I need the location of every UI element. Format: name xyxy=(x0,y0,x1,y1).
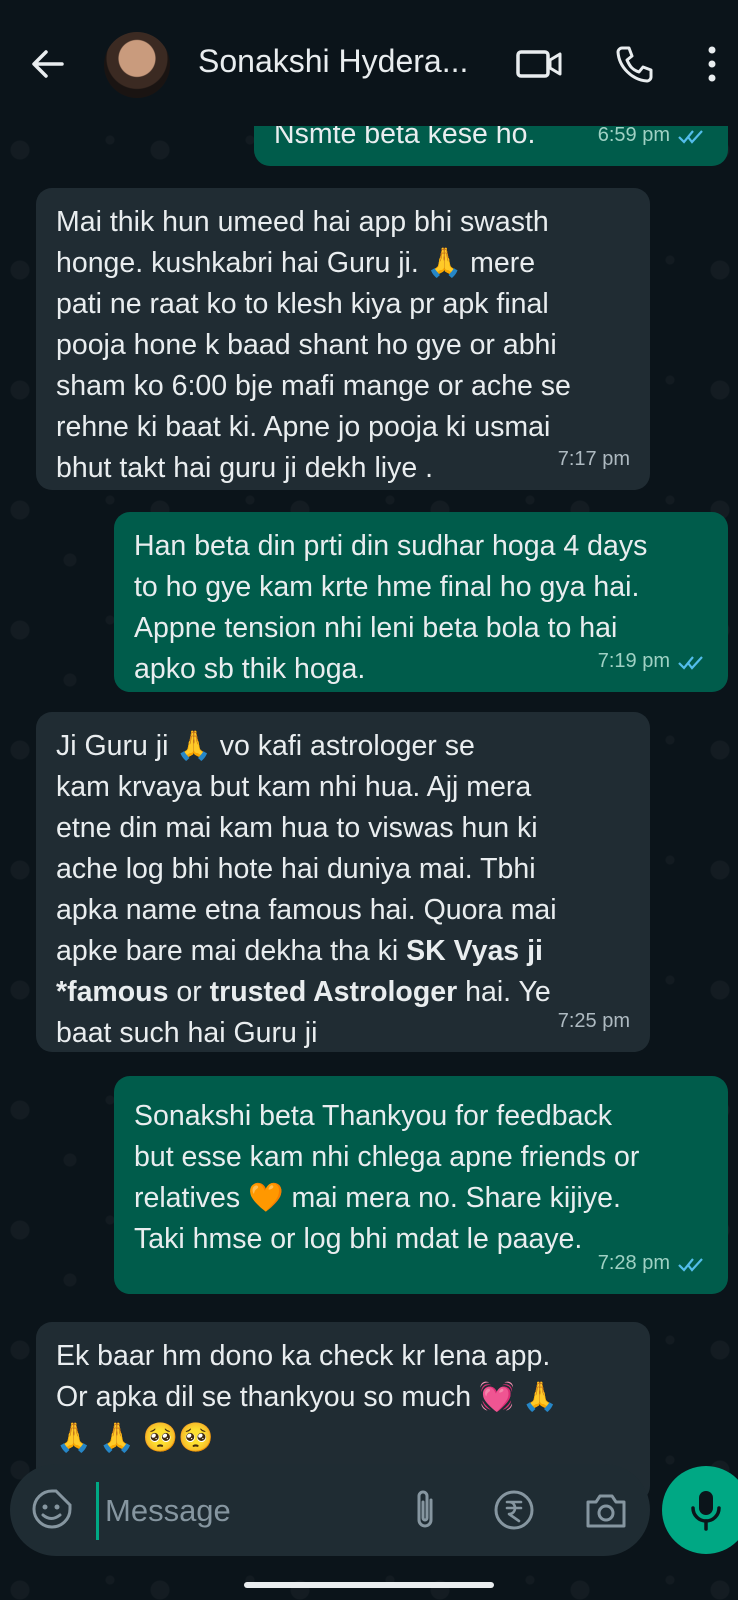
message-time: 7:25 pm xyxy=(557,1010,630,1032)
chat-header: Sonakshi Hydera... xyxy=(0,0,738,126)
message-line: rehne ki baat ki. Apne jo pooja ki usmai xyxy=(56,411,551,443)
message-line: Ek baar hm dono ka check kr lena app. xyxy=(56,1340,551,1372)
message-meta: 7:19 pm xyxy=(598,641,708,682)
message-line: baat such hai Guru ji xyxy=(56,1017,318,1049)
message-line: Sonakshi beta Thankyou for feedback xyxy=(134,1100,612,1132)
bold-name: SK Vyas ji xyxy=(406,935,543,967)
message-time: 7:19 pm xyxy=(597,650,670,672)
line-text: hai. Ye xyxy=(457,976,551,1008)
incoming-message[interactable]: Ji Guru ji 🙏 vo kafi astrologer se kam k… xyxy=(36,712,650,1052)
outgoing-message[interactable]: Sonakshi beta Thankyou for feedback but … xyxy=(114,1076,728,1294)
line-text: apke bare mai dekha tha ki xyxy=(56,935,407,967)
message-line: pooja hone k baad shant ho gye or abhi xyxy=(56,329,557,361)
message-line: Mai thik hun umeed hai app bhi swasth xyxy=(56,206,549,238)
message-line: pati ne raat ko to klesh kiya pr apk fin… xyxy=(56,288,549,320)
rupee-payment-icon[interactable] xyxy=(492,1488,536,1532)
message-meta: 7:25 pm xyxy=(558,1001,630,1042)
message-input[interactable] xyxy=(96,1482,367,1540)
message-line: *famous or trusted Astrologer hai. Ye xyxy=(56,972,630,1013)
message-line: relatives 🧡 mai mera no. Share kijiye. xyxy=(134,1182,621,1214)
read-ticks-icon xyxy=(678,655,703,670)
read-ticks-icon xyxy=(678,129,703,144)
read-ticks-icon xyxy=(678,1257,703,1272)
video-call-icon[interactable] xyxy=(515,44,563,84)
message-composer xyxy=(10,1464,650,1556)
emoji-sticker-icon[interactable] xyxy=(30,1487,74,1531)
bold-text: *famous xyxy=(56,976,169,1008)
message-line: sham ko 6:00 bje mafi mange or ache se xyxy=(56,370,571,402)
voice-call-icon[interactable] xyxy=(612,42,656,86)
message-line: kam krvaya but kam nhi hua. Ajj mera xyxy=(56,771,532,803)
message-line: bhut takt hai guru ji dekh liye . xyxy=(56,452,434,484)
message-line: apka name etna famous hai. Quora mai xyxy=(56,894,557,926)
message-line: but esse kam nhi chlega apne friends or xyxy=(134,1141,640,1173)
line-text: or xyxy=(168,976,210,1008)
outgoing-message[interactable]: Han beta din prti din sudhar hoga 4 days… xyxy=(114,512,728,692)
message-time: 7:28 pm xyxy=(597,1252,670,1274)
message-list[interactable]: Nsmte beta kese ho. 6:59 pm Mai thik hun… xyxy=(0,0,738,1600)
contact-name[interactable]: Sonakshi Hydera... xyxy=(198,43,488,80)
back-arrow-icon[interactable] xyxy=(26,42,70,86)
attach-clip-icon[interactable] xyxy=(405,1488,445,1532)
message-line: apke bare mai dekha tha ki SK Vyas ji xyxy=(56,931,630,972)
message-line: ache log bhi hote hai duniya mai. Tbhi xyxy=(56,853,536,885)
camera-icon[interactable] xyxy=(582,1488,630,1532)
message-line: etne din mai kam hua to viswas hun ki xyxy=(56,812,538,844)
message-meta: 7:28 pm xyxy=(598,1243,708,1284)
message-line: Or apka dil se thankyou so much 💓 🙏 xyxy=(56,1381,558,1413)
home-indicator[interactable] xyxy=(244,1582,494,1588)
message-time: 7:17 pm xyxy=(557,448,630,470)
message-line: Han beta din prti din sudhar hoga 4 days xyxy=(134,530,648,562)
message-line: honge. kushkabri hai Guru ji. 🙏 mere xyxy=(56,247,536,279)
more-vert-icon[interactable] xyxy=(702,42,722,86)
incoming-message[interactable]: Mai thik hun umeed hai app bhi swasth ho… xyxy=(36,188,650,490)
message-meta: 7:17 pm xyxy=(558,439,630,480)
message-line: 🙏 🙏 🥺🥺 xyxy=(56,1422,214,1454)
avatar[interactable] xyxy=(104,32,170,98)
message-line: to ho gye kam krte hme final ho gya hai. xyxy=(134,571,640,603)
mic-icon xyxy=(691,1491,721,1531)
bold-text: trusted Astrologer xyxy=(209,976,458,1008)
message-line: Ji Guru ji 🙏 vo kafi astrologer se xyxy=(56,730,475,762)
